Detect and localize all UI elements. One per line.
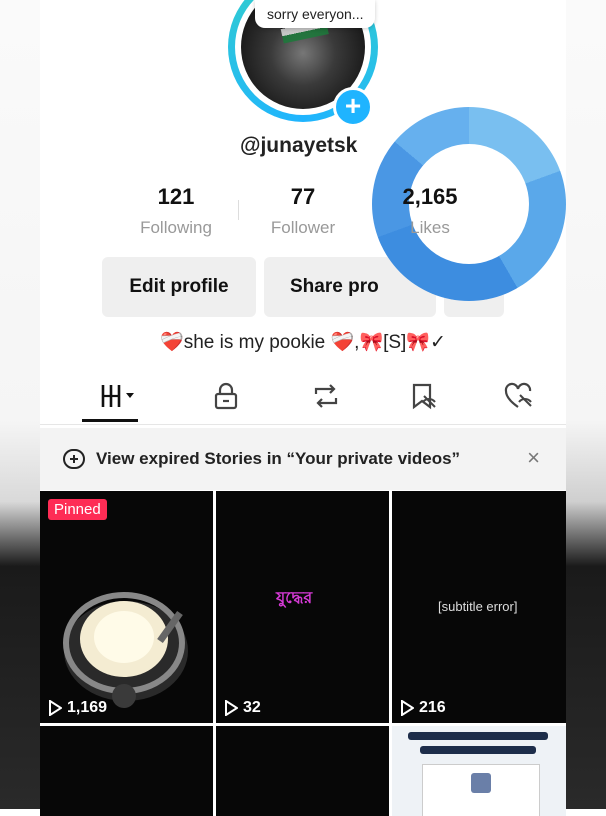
following-label: Following — [140, 218, 212, 237]
video-tile-1[interactable]: Pinned 1,169 — [40, 491, 213, 723]
followers-count: 77 — [290, 184, 316, 209]
video-tile-5[interactable] — [216, 726, 389, 816]
banner-text: View expired Stories in “Your private vi… — [96, 449, 461, 468]
tab-reposts[interactable] — [296, 372, 356, 420]
coffee-cup-image — [63, 592, 188, 708]
video-tile-3[interactable]: [subtitle error] 216 — [392, 491, 566, 723]
play-icon — [225, 700, 238, 716]
thumbnail-screenshot — [422, 764, 540, 816]
play-icon — [401, 700, 414, 716]
stat-likes[interactable]: 2,165 Likes — [380, 184, 480, 238]
expired-stories-banner[interactable]: View expired Stories in “Your private vi… — [40, 428, 566, 490]
active-tab-indicator — [82, 419, 138, 422]
close-icon[interactable]: × — [527, 445, 540, 471]
view-count: 1,169 — [48, 699, 107, 717]
add-story-button[interactable]: + — [333, 87, 373, 127]
following-count: 121 — [157, 184, 195, 209]
edit-profile-button[interactable]: Edit profile — [102, 257, 256, 317]
thumbnail-bar — [408, 732, 548, 740]
thumbnail-bar — [420, 746, 536, 754]
likes-label: Likes — [410, 218, 450, 237]
tabs-divider — [40, 424, 566, 425]
video-tile-2[interactable]: যুদ্ধের 32 — [216, 491, 389, 723]
stat-divider — [238, 200, 239, 220]
lock-icon — [214, 382, 238, 410]
video-grid: Pinned 1,169 যুদ্ধের 32 [subtitle error]… — [40, 491, 566, 816]
stat-following[interactable]: 121 Following — [126, 184, 226, 238]
note-bubble[interactable]: sorry everyon... — [255, 0, 376, 28]
video-tile-6[interactable] — [392, 726, 566, 816]
heart-hidden-icon — [504, 382, 532, 408]
tab-private[interactable] — [196, 372, 256, 420]
profile-tabs — [60, 372, 546, 424]
tab-liked[interactable] — [490, 372, 550, 420]
play-icon — [49, 700, 62, 716]
profile-screen: + sorry everyon... @junayetsk 121 Follow… — [40, 0, 566, 816]
tab-videos[interactable] — [90, 372, 150, 420]
repost-icon — [314, 384, 338, 408]
followers-label: Follower — [270, 218, 336, 237]
view-count: 32 — [224, 699, 261, 717]
right-blur-frame — [566, 0, 606, 809]
username: @junayetsk — [240, 134, 358, 157]
stat-followers[interactable]: 77 Follower — [258, 184, 348, 238]
bio-text[interactable]: ❤️‍🩹she is my pookie ❤️‍🩹,🎀[S]🎀✓ — [40, 330, 566, 354]
video-caption: [subtitle error] — [438, 599, 518, 614]
view-count: 216 — [400, 699, 446, 717]
bookmark-hidden-icon — [412, 383, 436, 410]
video-caption: যুদ্ধের — [276, 590, 313, 607]
likes-count: 2,165 — [402, 184, 458, 209]
add-story-icon — [63, 449, 85, 469]
grid-icon — [101, 385, 134, 407]
tab-favorites[interactable] — [394, 372, 454, 420]
left-blur-frame — [0, 0, 40, 809]
video-tile-4[interactable] — [40, 726, 213, 816]
